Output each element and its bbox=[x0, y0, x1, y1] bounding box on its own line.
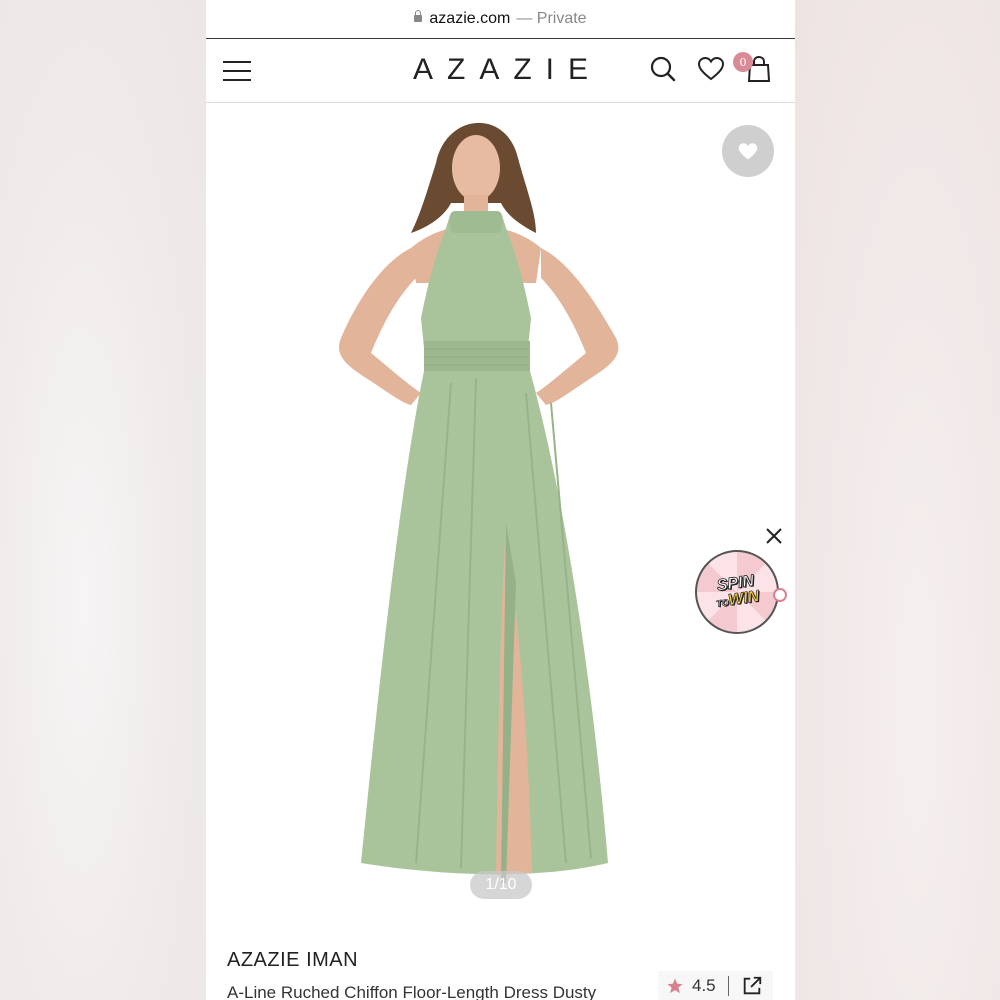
private-label: — Private bbox=[516, 10, 587, 27]
wheel-pin-icon bbox=[773, 588, 787, 602]
header-icons: 0 bbox=[649, 52, 773, 83]
divider bbox=[727, 976, 729, 996]
heart-icon bbox=[738, 143, 758, 160]
product-brand: AZAZIE IMAN bbox=[227, 949, 359, 971]
product-description: A-Line Ruched Chiffon Floor-Length Dress… bbox=[227, 983, 597, 1000]
favorite-button[interactable] bbox=[722, 125, 774, 177]
phone-screen: azazie.com — Private AZAZIE 0 SPIN TOWIN… bbox=[206, 0, 795, 1000]
browser-url-bar[interactable]: azazie.com — Private bbox=[206, 0, 795, 39]
lock-icon bbox=[414, 9, 423, 22]
rating-share-bar: 4.5 bbox=[658, 971, 773, 1000]
search-icon[interactable] bbox=[649, 55, 677, 83]
bag-count-badge: 0 bbox=[733, 52, 753, 72]
image-counter: 1/10 bbox=[470, 871, 532, 899]
product-info: AZAZIE IMAN A-Line Ruched Chiffon Floor-… bbox=[206, 915, 795, 1000]
url-domain: azazie.com bbox=[429, 10, 511, 27]
shopping-bag-icon[interactable]: 0 bbox=[733, 52, 773, 83]
site-header: AZAZIE 0 bbox=[206, 39, 795, 103]
product-image-gallery[interactable]: SPIN TOWIN 1/10 bbox=[206, 103, 795, 915]
product-photo bbox=[338, 122, 619, 883]
rating-value[interactable]: 4.5 bbox=[692, 976, 716, 996]
share-icon[interactable] bbox=[741, 975, 763, 997]
win-text: WIN bbox=[727, 587, 761, 609]
wishlist-heart-icon[interactable] bbox=[697, 55, 725, 83]
background-left bbox=[0, 0, 206, 1000]
close-promo-icon[interactable] bbox=[762, 524, 786, 548]
star-icon bbox=[667, 978, 683, 994]
background-right bbox=[794, 0, 1000, 1000]
spin-to-win-button[interactable]: SPIN TOWIN bbox=[695, 550, 787, 634]
